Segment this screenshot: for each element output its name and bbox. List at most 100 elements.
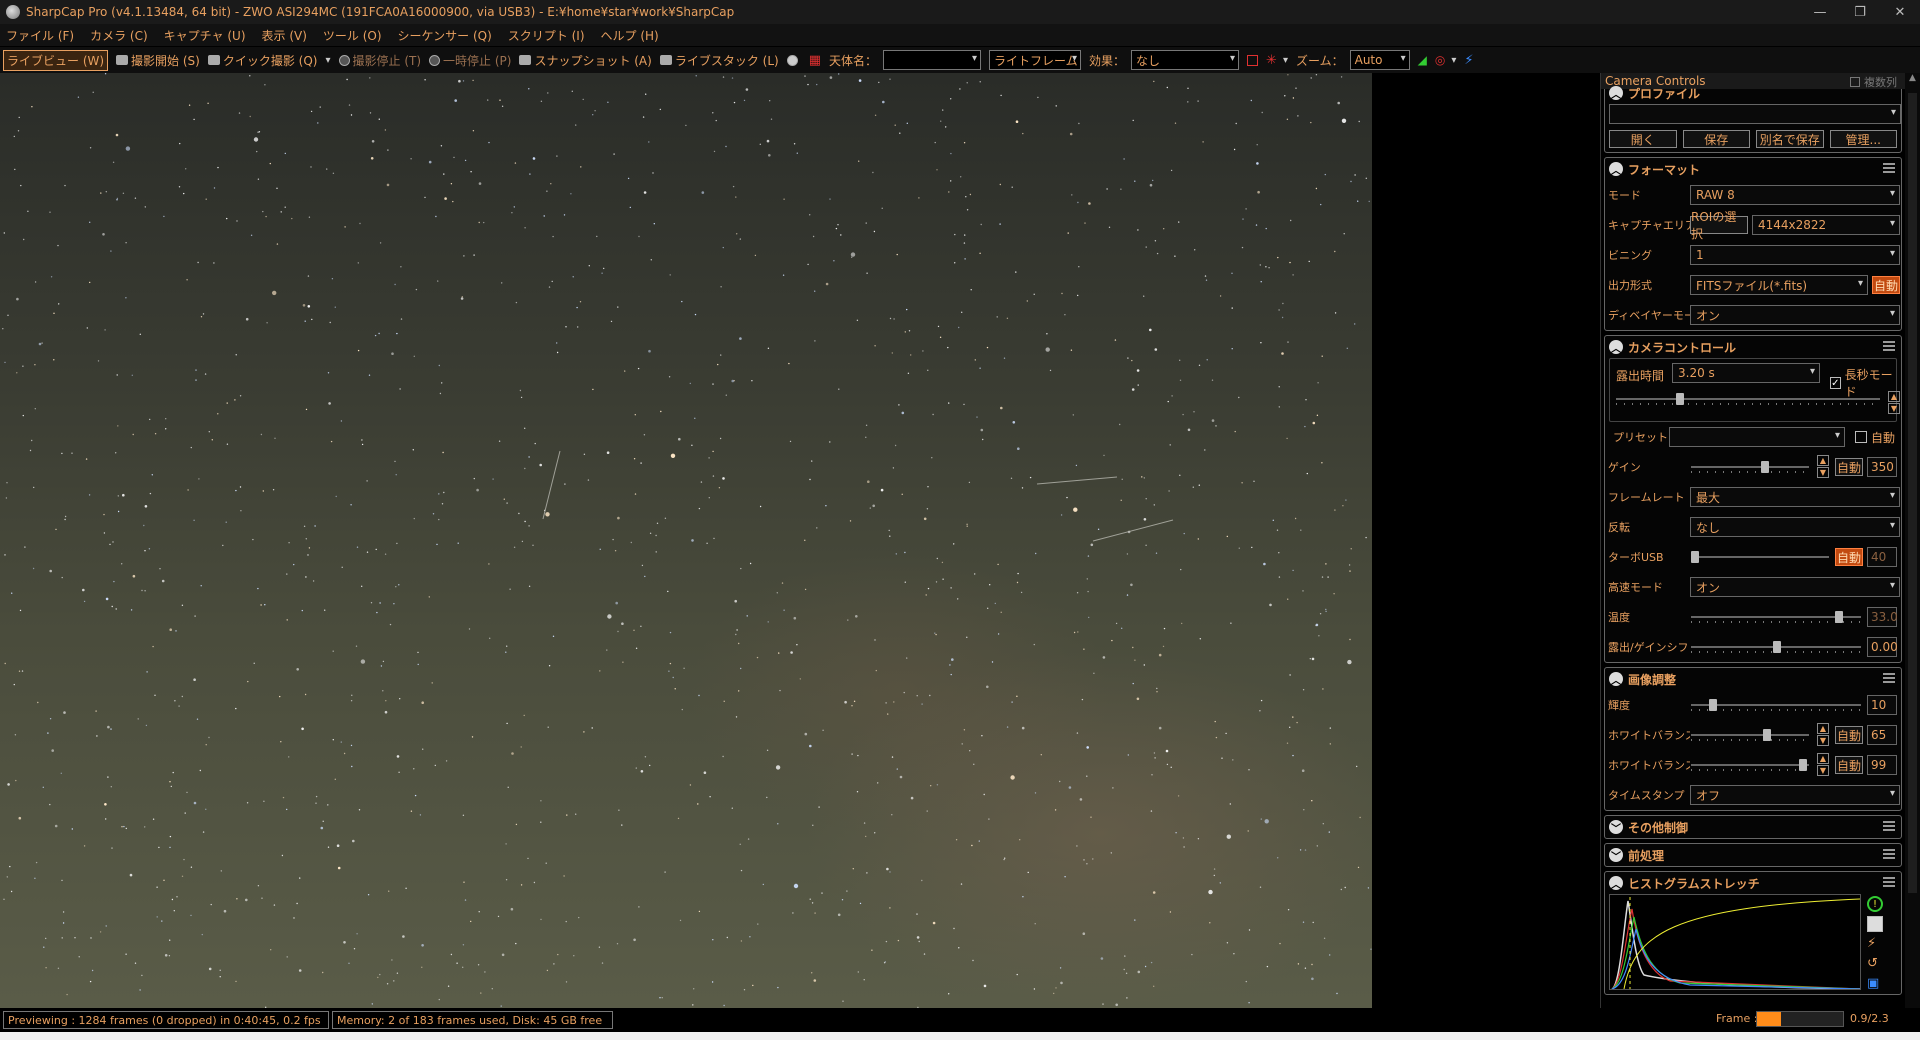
reset-icon[interactable]: ↺ xyxy=(1867,956,1883,972)
profile-manage-button[interactable]: 管理... xyxy=(1829,130,1897,148)
preset-auto-toggle[interactable]: 自動 xyxy=(1855,429,1895,446)
format-section-header[interactable]: ︿ フォーマット xyxy=(1605,158,1901,180)
roi-select-button[interactable]: ROIの選択 xyxy=(1690,210,1748,241)
menu-icon[interactable] xyxy=(1883,673,1895,683)
output-auto-button[interactable]: 自動 xyxy=(1872,276,1900,294)
scroll-thumb[interactable] xyxy=(1908,93,1917,893)
capture-area-select[interactable]: 4144x2822 xyxy=(1752,215,1900,235)
up-arrow-icon[interactable]: ▲ xyxy=(1817,723,1829,734)
profile-select[interactable] xyxy=(1609,104,1901,124)
profile-save-button[interactable]: 保存 xyxy=(1682,130,1750,148)
gain-auto-button[interactable]: 自動 xyxy=(1835,458,1863,476)
menu-help[interactable]: ヘルプ (H) xyxy=(601,27,659,44)
exposure-gain-shift-value[interactable]: 0.00 xyxy=(1867,637,1898,657)
effect-select[interactable]: なし xyxy=(1131,50,1240,70)
profile-open-button[interactable]: 開く xyxy=(1609,130,1677,148)
reticle-button[interactable]: ✳ ▾ xyxy=(1266,53,1288,68)
preset-select[interactable] xyxy=(1669,427,1845,447)
exposure-gain-shift-slider[interactable] xyxy=(1691,641,1861,653)
menu-capture[interactable]: キャプチャ (U) xyxy=(164,27,246,44)
quick-capture-button[interactable]: クイック撮影 (Q) ▾ xyxy=(207,52,331,69)
menu-sequencer[interactable]: シーケンサー (Q) xyxy=(398,27,492,44)
turbo-usb-auto-button[interactable]: 自動 xyxy=(1835,548,1863,566)
wb-red-value[interactable]: 65 xyxy=(1867,725,1897,745)
histogram-graph[interactable] xyxy=(1609,894,1861,990)
panel-scrollbar[interactable]: ▲ xyxy=(1905,73,1920,1008)
menu-icon[interactable] xyxy=(1883,163,1895,173)
wb-red-stepper[interactable]: ▲ ▼ xyxy=(1817,723,1829,747)
wb-blue-value[interactable]: 99 xyxy=(1867,755,1897,775)
mode-select[interactable]: RAW 8 xyxy=(1690,185,1900,205)
profile-section-header[interactable]: ︿ プロファイル xyxy=(1605,82,1901,104)
image-controls-header[interactable]: ︿ 画像調整 xyxy=(1605,668,1901,690)
maximize-button[interactable]: ❐ xyxy=(1840,0,1880,24)
start-capture-button[interactable]: 撮影開始 (S) xyxy=(116,52,200,69)
wb-red-auto-button[interactable]: 自動 xyxy=(1835,726,1863,744)
menu-tools[interactable]: ツール (O) xyxy=(323,27,382,44)
debayer-select[interactable]: オン xyxy=(1690,305,1900,325)
close-button[interactable]: ✕ xyxy=(1880,0,1920,24)
polar-align-button[interactable]: ⚡ xyxy=(1464,53,1473,68)
profile-save-as-button[interactable]: 別名で保存 xyxy=(1756,130,1824,148)
down-arrow-icon[interactable]: ▼ xyxy=(1817,765,1829,776)
menu-icon[interactable] xyxy=(1883,341,1895,351)
stop-capture-button[interactable]: 撮影停止 (T) xyxy=(338,52,421,69)
up-arrow-icon[interactable]: ▲ xyxy=(1888,391,1900,402)
up-arrow-icon[interactable]: ▲ xyxy=(1817,753,1829,764)
histogram-button[interactable]: ◢ xyxy=(1418,53,1427,67)
wb-blue-stepper[interactable]: ▲ ▼ xyxy=(1817,753,1829,777)
menu-file[interactable]: ファイル (F) xyxy=(6,27,74,44)
wb-red-slider[interactable] xyxy=(1691,729,1809,741)
histogram-info-icon[interactable]: ! xyxy=(1867,896,1883,912)
brightness-slider[interactable] xyxy=(1691,699,1861,711)
camera-preview[interactable] xyxy=(0,73,1372,1008)
down-arrow-icon[interactable]: ▼ xyxy=(1888,403,1900,414)
gain-stepper[interactable]: ▲ ▼ xyxy=(1817,455,1829,479)
gain-slider[interactable] xyxy=(1691,461,1809,473)
annotate-button[interactable]: ◎ ▾ xyxy=(1435,53,1457,67)
scroll-up-icon[interactable]: ▲ xyxy=(1905,73,1920,87)
timestamp-select[interactable]: オフ xyxy=(1690,785,1900,805)
flip-select[interactable]: なし xyxy=(1690,517,1900,537)
binning-select[interactable]: 1 xyxy=(1690,245,1900,265)
menu-view[interactable]: 表示 (V) xyxy=(262,27,307,44)
framerate-select[interactable]: 最大 xyxy=(1690,487,1900,507)
camera-control-header[interactable]: ︿ カメラコントロール xyxy=(1605,336,1901,358)
menu-scripting[interactable]: スクリプト (I) xyxy=(508,27,585,44)
frame-type-select[interactable]: ライトフレーム xyxy=(989,50,1082,70)
roi-button[interactable] xyxy=(1247,54,1259,66)
dark-frame-button[interactable]: ▦ xyxy=(809,53,821,68)
exposure-input[interactable]: 3.20 s xyxy=(1672,363,1820,383)
preprocessing-header[interactable]: ﹀ 前処理 xyxy=(1605,844,1901,866)
live-stack-button[interactable]: ライブスタック (L) xyxy=(659,52,779,69)
brightness-value[interactable]: 10 xyxy=(1867,695,1897,715)
focus-tool-button[interactable] xyxy=(786,54,801,66)
menu-icon[interactable] xyxy=(1883,849,1895,859)
chevron-down-icon[interactable]: ▾ xyxy=(325,55,330,66)
up-arrow-icon[interactable]: ▲ xyxy=(1817,455,1829,466)
live-view-button[interactable]: ライブビュー (W) xyxy=(3,49,109,71)
down-arrow-icon[interactable]: ▼ xyxy=(1817,467,1829,478)
zoom-select[interactable]: Auto xyxy=(1349,50,1410,70)
wb-blue-slider[interactable] xyxy=(1691,759,1809,771)
lightning-icon[interactable]: ⚡ xyxy=(1867,936,1883,952)
pause-button[interactable]: 一時停止 (P) xyxy=(429,52,511,69)
snapshot-button[interactable]: スナップショット (A) xyxy=(519,52,652,69)
exposure-stepper[interactable]: ▲ ▼ xyxy=(1888,391,1900,415)
misc-controls-header[interactable]: ﹀ その他制御 xyxy=(1605,816,1901,838)
wb-blue-auto-button[interactable]: 自動 xyxy=(1835,756,1863,774)
histogram-stretch-header[interactable]: ︿ ヒストグラムストレッチ xyxy=(1605,872,1901,894)
menu-icon[interactable] xyxy=(1883,877,1895,887)
turbo-usb-value[interactable]: 40 xyxy=(1867,547,1897,567)
save-icon[interactable]: ▣ xyxy=(1867,976,1883,992)
output-format-select[interactable]: FITSファイル(*.fits) xyxy=(1690,275,1868,295)
exposure-slider[interactable] xyxy=(1616,393,1880,405)
target-name-select[interactable] xyxy=(883,50,982,70)
auto-stretch-icon[interactable] xyxy=(1867,916,1883,932)
menu-camera[interactable]: カメラ (C) xyxy=(90,27,148,44)
turbo-usb-slider[interactable] xyxy=(1691,551,1829,563)
menu-icon[interactable] xyxy=(1883,821,1895,831)
high-speed-select[interactable]: オン xyxy=(1690,577,1900,597)
down-arrow-icon[interactable]: ▼ xyxy=(1817,735,1829,746)
gain-value[interactable]: 350 xyxy=(1867,457,1897,477)
